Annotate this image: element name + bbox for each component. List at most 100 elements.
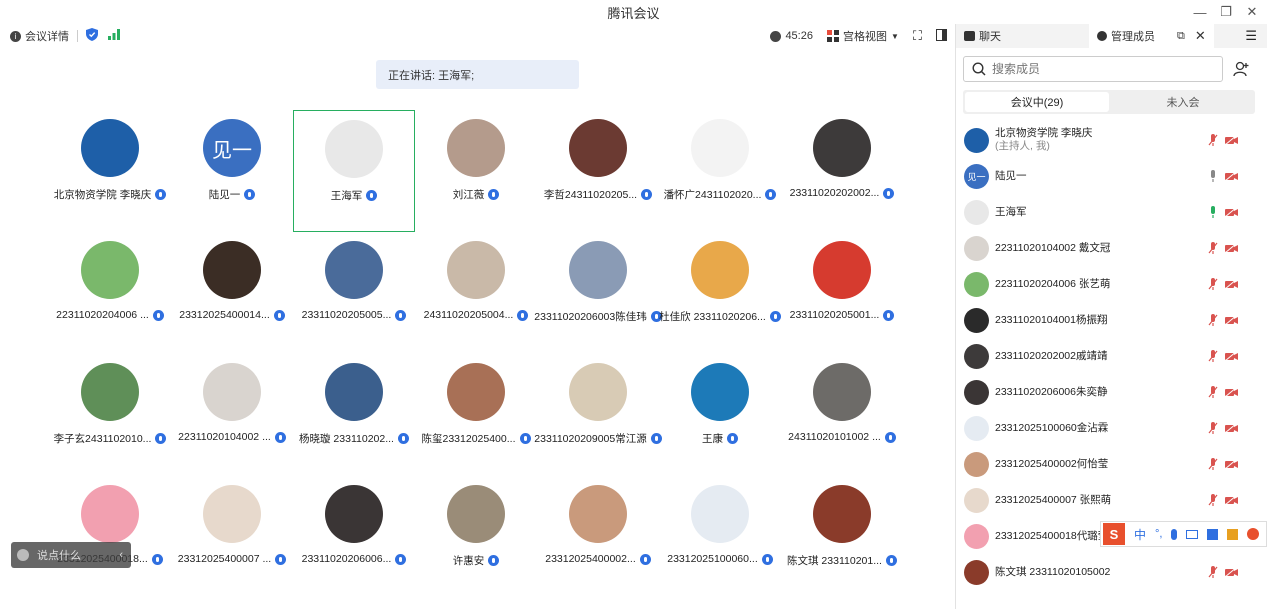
tab-chat[interactable]: 聊天 <box>956 24 1009 48</box>
sidebar-toggle-icon[interactable] <box>936 28 947 44</box>
participant-tile[interactable]: 杨晓璇 233110202... <box>293 354 415 476</box>
seg-not-joined[interactable]: 未入会 <box>1111 90 1255 114</box>
tab-members[interactable]: 管理成员 ⧉ ✕ <box>1089 24 1214 48</box>
tools-icon[interactable] <box>1227 528 1239 540</box>
participant-tile[interactable]: 23312025100060... <box>659 476 781 598</box>
participant-tile[interactable]: 见一 陆见一 <box>171 110 293 232</box>
participant-tile[interactable]: 23312025400007 ... <box>171 476 293 598</box>
participant-tile[interactable]: 陈文琪 233110201... <box>781 476 903 598</box>
mic-icon <box>155 433 167 444</box>
member-row[interactable]: 北京物资学院 李晓庆 (主持人, 我) <box>956 122 1267 158</box>
member-search[interactable] <box>963 56 1223 82</box>
participant-tile[interactable]: 23311020202002... <box>781 110 903 232</box>
member-name-block: 22311020104002 戴文冠 <box>995 242 1110 255</box>
member-name-block: 23311020206006朱奕静 <box>995 386 1107 399</box>
keyboard-icon[interactable] <box>1186 529 1199 539</box>
shield-icon[interactable] <box>86 28 98 44</box>
punctuation-icon[interactable]: °, <box>1155 528 1162 540</box>
member-row[interactable]: 23312025400007 张熙萌 <box>956 482 1267 518</box>
member-mic-icon[interactable] <box>1208 206 1218 218</box>
close-icon[interactable]: ✕ <box>1237 0 1267 24</box>
participant-tile[interactable]: 杜佳欣 23311020206... <box>659 232 781 354</box>
member-row[interactable]: 22311020104002 戴文冠 <box>956 230 1267 266</box>
member-mic-icon[interactable] <box>1208 458 1218 470</box>
participant-tile[interactable]: 李子玄2431102010... <box>49 354 171 476</box>
member-camera-off-icon[interactable] <box>1225 423 1238 433</box>
member-mic-icon[interactable] <box>1208 134 1218 146</box>
chat-input-hint[interactable]: 说点什么 ‹ <box>11 542 131 568</box>
member-row[interactable]: 23311020206006朱奕静 <box>956 374 1267 410</box>
member-row[interactable]: 王海军 <box>956 194 1267 230</box>
emoji-icon[interactable] <box>17 549 29 561</box>
member-mic-icon[interactable] <box>1208 566 1218 578</box>
ime-mode-label[interactable]: 中 <box>1134 526 1146 543</box>
member-camera-off-icon[interactable] <box>1225 135 1238 145</box>
search-input[interactable] <box>992 62 1212 76</box>
member-camera-off-icon[interactable] <box>1225 351 1238 361</box>
collapse-icon[interactable]: ‹ <box>119 549 123 561</box>
signal-icon[interactable] <box>108 29 120 43</box>
member-camera-off-icon[interactable] <box>1225 171 1238 181</box>
voice-icon[interactable] <box>1171 528 1178 540</box>
participant-tile[interactable]: 23311020205005... <box>293 232 415 354</box>
sogou-logo-icon[interactable]: S <box>1103 523 1125 545</box>
member-mic-icon[interactable] <box>1208 422 1218 434</box>
participant-tile[interactable]: 23311020209005常江源 <box>534 354 662 476</box>
member-camera-off-icon[interactable] <box>1225 567 1238 577</box>
participant-tile[interactable]: 潘怀广2431102020... <box>659 110 781 232</box>
member-camera-off-icon[interactable] <box>1225 387 1238 397</box>
member-camera-off-icon[interactable] <box>1225 315 1238 325</box>
participant-tile[interactable]: 23311020206003陈佳玮 <box>534 232 662 354</box>
member-camera-off-icon[interactable] <box>1225 279 1238 289</box>
participant-tile[interactable]: 23311020206006... <box>293 476 415 598</box>
member-row[interactable]: 22311020204006 张艺萌 <box>956 266 1267 302</box>
invite-member-button[interactable] <box>1229 57 1253 81</box>
member-row[interactable]: 23312025100060金沾霖 <box>956 410 1267 446</box>
participant-tile[interactable]: 北京物资学院 李晓庆 <box>49 110 171 232</box>
member-name: 23312025400002何怡莹 <box>995 457 1109 470</box>
member-mic-icon[interactable] <box>1208 350 1218 362</box>
participant-name: 刘江薇 <box>452 189 485 201</box>
member-row[interactable]: 23311020202002戚靖靖 <box>956 338 1267 374</box>
participant-tile[interactable]: 23312025400018... <box>49 476 171 598</box>
participant-tile[interactable]: 王康 <box>659 354 781 476</box>
close-panel-icon[interactable]: ✕ <box>1195 28 1206 44</box>
member-mic-icon[interactable] <box>1208 386 1218 398</box>
fullscreen-icon[interactable]: ⛶ <box>913 28 922 44</box>
member-row[interactable]: 见一 陆见一 <box>956 158 1267 194</box>
member-mic-icon[interactable] <box>1208 278 1218 290</box>
participant-tile[interactable]: 陈玺23312025400... <box>415 354 537 476</box>
member-mic-icon[interactable] <box>1208 170 1218 182</box>
member-row[interactable]: 23312025400002何怡莹 <box>956 446 1267 482</box>
member-row[interactable]: 陈文琪 23311020105002 <box>956 554 1267 590</box>
participant-tile[interactable]: 23311020205001... <box>781 232 903 354</box>
participant-tile[interactable]: 刘江薇 <box>415 110 537 232</box>
meeting-details-button[interactable]: i 会议详情 <box>10 28 69 44</box>
member-mic-icon[interactable] <box>1208 314 1218 326</box>
member-row[interactable]: 23311020104001杨振翔 <box>956 302 1267 338</box>
participant-name: 23312025400002... <box>545 553 636 565</box>
member-camera-off-icon[interactable] <box>1225 207 1238 217</box>
emoji-panel-icon[interactable] <box>1247 528 1260 540</box>
member-mic-icon[interactable] <box>1208 494 1218 506</box>
popout-icon[interactable]: ⧉ <box>1177 30 1185 43</box>
participant-tile[interactable]: 许惠安 <box>415 476 537 598</box>
menu-icon[interactable]: ☰ <box>1245 28 1257 44</box>
member-mic-icon[interactable] <box>1208 242 1218 254</box>
participant-tile[interactable]: 23312025400014... <box>171 232 293 354</box>
skin-icon[interactable] <box>1207 528 1219 540</box>
mic-icon <box>397 433 409 444</box>
member-camera-off-icon[interactable] <box>1225 495 1238 505</box>
grid-view-dropdown[interactable]: 宫格视图 ▼ <box>826 28 899 44</box>
seg-in-meeting[interactable]: 会议中(29) <box>965 92 1109 112</box>
participant-tile[interactable]: 24311020101002 ... <box>781 354 903 476</box>
participant-tile[interactable]: 24311020205004... <box>415 232 537 354</box>
member-camera-off-icon[interactable] <box>1225 459 1238 469</box>
participant-tile[interactable]: 李哲24311020205... <box>537 110 659 232</box>
avatar <box>81 241 139 299</box>
participant-tile[interactable]: 王海军 <box>293 110 415 232</box>
member-camera-off-icon[interactable] <box>1225 243 1238 253</box>
participant-tile[interactable]: 22311020204006 ... <box>49 232 171 354</box>
participant-tile[interactable]: 22311020104002 ... <box>171 354 293 476</box>
participant-tile[interactable]: 23312025400002... <box>537 476 659 598</box>
